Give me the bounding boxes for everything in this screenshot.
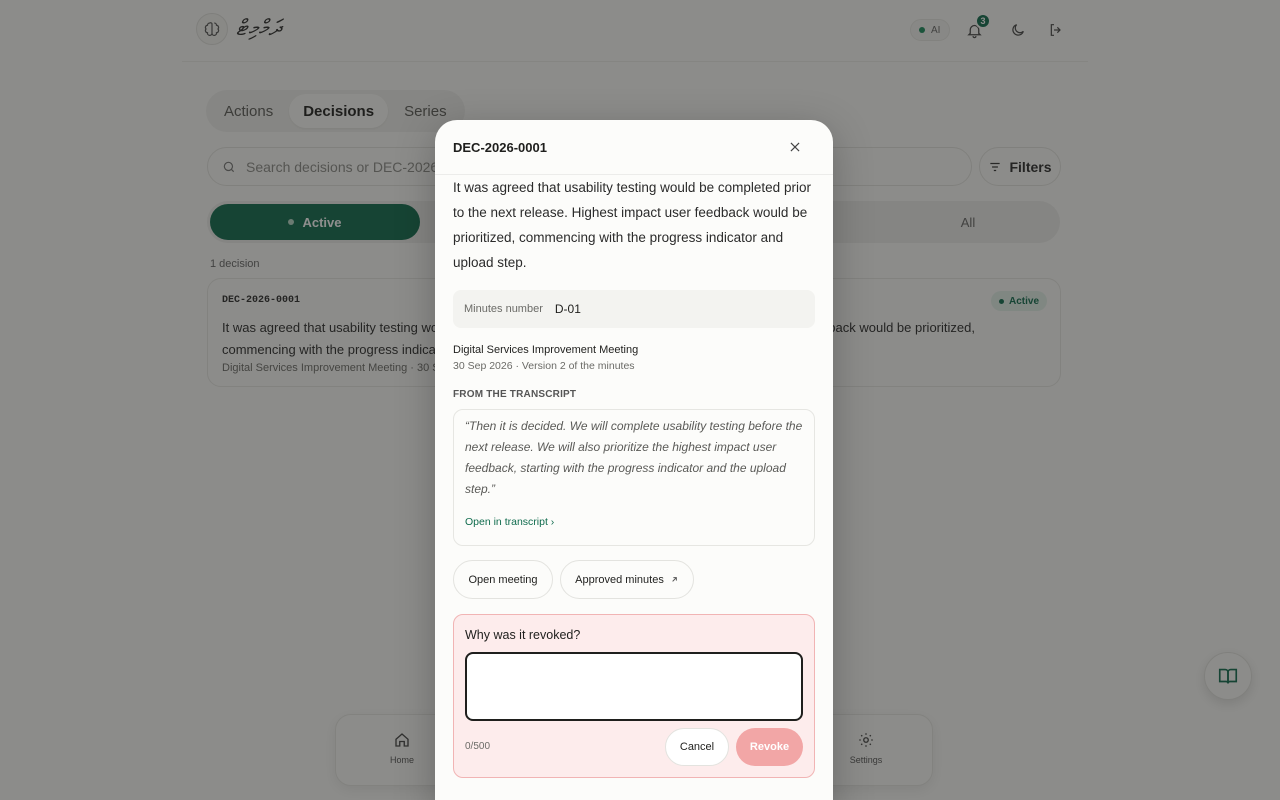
revoke-question: Why was it revoked?: [465, 628, 581, 642]
close-icon: [790, 142, 800, 152]
revoke-reason-textarea[interactable]: [465, 652, 803, 721]
minutes-number-row: Minutes number D-01: [453, 290, 815, 328]
close-button[interactable]: [785, 137, 805, 157]
minutes-number-value: D-01: [554, 302, 581, 316]
decision-modal: DEC-2026-0001 It was agreed that usabili…: [435, 120, 833, 800]
minutes-number-label: Minutes number: [464, 303, 543, 315]
open-in-transcript-link[interactable]: Open in transcript ›: [465, 516, 554, 528]
transcript-quote-box: “Then it is decided. We will complete us…: [453, 409, 815, 546]
approved-minutes-label: Approved minutes: [575, 573, 664, 586]
external-link-icon: [672, 577, 677, 582]
modal-title: DEC-2026-0001: [453, 140, 547, 155]
modal-header: DEC-2026-0001: [435, 120, 833, 175]
approved-minutes-button[interactable]: Approved minutes: [560, 560, 694, 599]
cancel-button[interactable]: Cancel: [665, 728, 729, 766]
transcript-quote: “Then it is decided. We will complete us…: [465, 419, 803, 496]
modal-decision-text: It was agreed that usability testing wou…: [453, 180, 811, 270]
meeting-title: Digital Services Improvement Meeting: [453, 344, 639, 356]
revoke-form: Why was it revoked? 0/500 Cancel Revoke: [453, 614, 815, 778]
revoke-button[interactable]: Revoke: [736, 728, 803, 766]
character-count: 0/500: [465, 741, 491, 752]
open-meeting-button[interactable]: Open meeting: [453, 560, 553, 599]
meeting-date: 30 Sep 2026 · Version 2 of the minutes: [453, 360, 635, 372]
transcript-section-title: FROM THE TRANSCRIPT: [453, 389, 577, 400]
